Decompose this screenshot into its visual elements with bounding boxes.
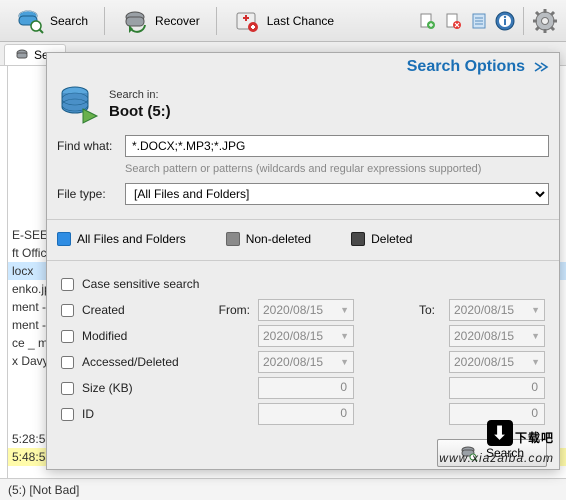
accessed-label: Accessed/Deleted bbox=[82, 355, 202, 369]
divider bbox=[47, 260, 559, 261]
info-icon[interactable] bbox=[494, 10, 516, 32]
id-checkbox[interactable] bbox=[61, 408, 74, 421]
accessed-from-date[interactable]: 2020/08/15▼ bbox=[258, 351, 354, 373]
doc-delete-icon[interactable] bbox=[442, 10, 464, 32]
status-bar: (5:) [Not Bad] bbox=[0, 478, 566, 500]
created-to-date[interactable]: 2020/08/15▼ bbox=[449, 299, 545, 321]
chevron-down-icon: ▼ bbox=[340, 331, 349, 341]
id-from-input[interactable]: 0 bbox=[258, 403, 354, 425]
lastchance-toolbar-label: Last Chance bbox=[267, 14, 334, 28]
tab-disk-icon bbox=[15, 48, 29, 62]
deleted-chip-icon bbox=[351, 232, 365, 246]
toolbar-separator bbox=[523, 7, 524, 35]
created-from-date[interactable]: 2020/08/15▼ bbox=[258, 299, 354, 321]
view-all-option[interactable]: All Files and Folders bbox=[57, 232, 186, 246]
database-search-icon bbox=[57, 83, 99, 125]
to-label: To: bbox=[362, 303, 441, 317]
toolbar-separator bbox=[104, 7, 105, 35]
recover-icon bbox=[121, 7, 149, 35]
expand-arrow-icon[interactable] bbox=[533, 61, 549, 73]
chevron-down-icon: ▼ bbox=[340, 305, 349, 315]
modified-checkbox[interactable] bbox=[61, 330, 74, 343]
accessed-to-date[interactable]: 2020/08/15▼ bbox=[449, 351, 545, 373]
view-deleted-option[interactable]: Deleted bbox=[351, 232, 412, 246]
modified-from-date[interactable]: 2020/08/15▼ bbox=[258, 325, 354, 347]
lastchance-toolbar-button[interactable]: Last Chance bbox=[223, 3, 344, 39]
view-nondeleted-option[interactable]: Non-deleted bbox=[226, 232, 311, 246]
filetype-label: File type: bbox=[57, 187, 117, 201]
toolbar-separator bbox=[216, 7, 217, 35]
lastchance-icon bbox=[233, 7, 261, 35]
created-label: Created bbox=[82, 303, 202, 317]
search-button-label: Search bbox=[486, 446, 524, 460]
size-to-input[interactable]: 0 bbox=[449, 377, 545, 399]
search-options-dialog: Search Options Search in: Boot (5:) Find… bbox=[46, 52, 560, 470]
chevron-down-icon: ▼ bbox=[531, 357, 540, 367]
recover-toolbar-button[interactable]: Recover bbox=[111, 3, 210, 39]
dialog-header: Search in: Boot (5:) bbox=[47, 81, 559, 131]
search-location: Boot (5:) bbox=[109, 103, 171, 120]
dialog-title: Search Options bbox=[407, 58, 525, 76]
main-toolbar: Search Recover Last Chance bbox=[0, 0, 566, 42]
tree-panel[interactable] bbox=[0, 66, 8, 478]
divider bbox=[47, 219, 559, 220]
status-text: (5:) [Not Bad] bbox=[8, 483, 79, 497]
view-nondeleted-label: Non-deleted bbox=[246, 232, 311, 246]
view-all-label: All Files and Folders bbox=[77, 232, 186, 246]
chevron-down-icon: ▼ bbox=[531, 305, 540, 315]
dialog-titlebar: Search Options bbox=[47, 53, 559, 81]
created-checkbox[interactable] bbox=[61, 304, 74, 317]
doc-icon[interactable] bbox=[468, 10, 490, 32]
settings-gear-icon[interactable] bbox=[531, 7, 559, 35]
filetype-select[interactable]: [All Files and Folders] bbox=[125, 183, 549, 205]
findwhat-hint: Search pattern or patterns (wildcards an… bbox=[57, 163, 549, 175]
view-filter-row: All Files and Folders Non-deleted Delete… bbox=[47, 228, 559, 256]
view-deleted-label: Deleted bbox=[371, 232, 412, 246]
search-in-label: Search in: bbox=[109, 89, 171, 101]
from-label: From: bbox=[210, 303, 250, 317]
id-to-input[interactable]: 0 bbox=[449, 403, 545, 425]
search-toolbar-button[interactable]: Search bbox=[6, 3, 98, 39]
findwhat-input[interactable] bbox=[125, 135, 549, 157]
search-toolbar-label: Search bbox=[50, 14, 88, 28]
case-sensitive-label: Case sensitive search bbox=[82, 277, 199, 291]
search-disk-icon bbox=[16, 7, 44, 35]
all-chip-icon bbox=[57, 232, 71, 246]
nondeleted-chip-icon bbox=[226, 232, 240, 246]
case-sensitive-checkbox[interactable] bbox=[61, 278, 74, 291]
size-checkbox[interactable] bbox=[61, 382, 74, 395]
findwhat-label: Find what: bbox=[57, 139, 117, 153]
search-button[interactable]: Search bbox=[437, 439, 547, 467]
modified-to-date[interactable]: 2020/08/15▼ bbox=[449, 325, 545, 347]
modified-label: Modified bbox=[82, 329, 202, 343]
chevron-down-icon: ▼ bbox=[340, 357, 349, 367]
size-from-input[interactable]: 0 bbox=[258, 377, 354, 399]
search-button-icon bbox=[460, 444, 478, 462]
accessed-checkbox[interactable] bbox=[61, 356, 74, 369]
size-label: Size (KB) bbox=[82, 381, 202, 395]
recover-toolbar-label: Recover bbox=[155, 14, 200, 28]
options-panel: Case sensitive search Created From: 2020… bbox=[47, 269, 559, 429]
doc-new-icon[interactable] bbox=[416, 10, 438, 32]
chevron-down-icon: ▼ bbox=[531, 331, 540, 341]
id-label: ID bbox=[82, 407, 202, 421]
